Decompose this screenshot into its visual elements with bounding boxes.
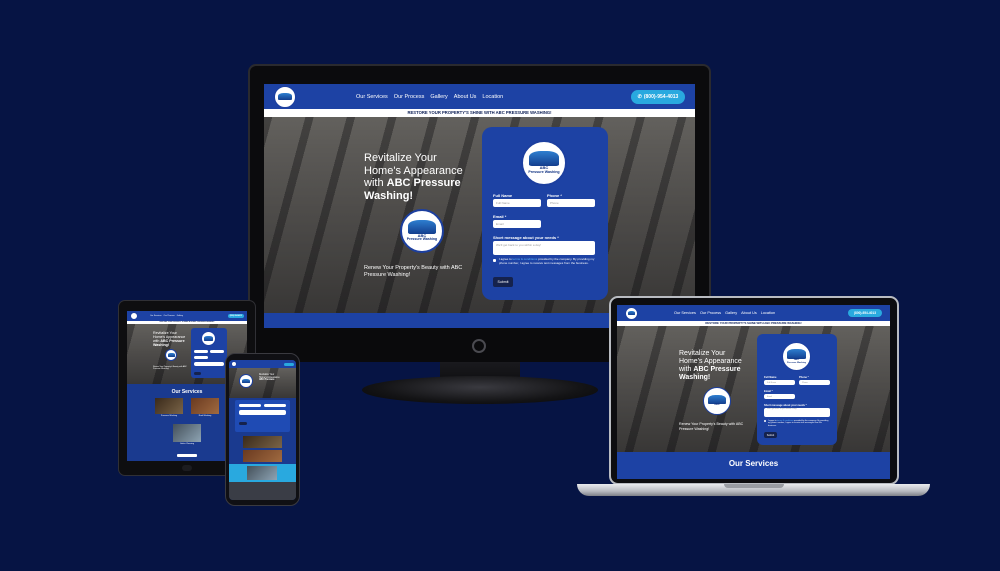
- tablet-form-card: [191, 328, 227, 378]
- tablet-logo[interactable]: [130, 312, 138, 320]
- monitor-power-icon: [472, 339, 486, 353]
- message-label: Short message about your needs *: [493, 235, 559, 240]
- phone-form-card: [235, 400, 290, 432]
- announcement-strip: RESTORE YOUR PROPERTY'S SHINE WITH ABC P…: [264, 109, 695, 117]
- agree-checkbox[interactable]: [493, 259, 496, 262]
- agree-text: I agree to terms & conditions provided b…: [499, 257, 595, 265]
- hero-section: Revitalize Your Home's Appearance with A…: [264, 117, 695, 313]
- laptop-notch: [724, 484, 784, 488]
- laptop-hero-title: Revitalize Your Home's Appearance with A…: [679, 350, 742, 382]
- laptop-message-input[interactable]: We'll get back to you within a day!: [764, 408, 830, 417]
- laptop-phone-button[interactable]: (800)-954-4013: [848, 309, 882, 317]
- tablet-service-img-1[interactable]: [155, 398, 183, 414]
- laptop-logo[interactable]: [625, 306, 638, 320]
- tablet-service-img-2[interactable]: [191, 398, 219, 414]
- form-logo: ABC Pressure Washing: [521, 140, 567, 186]
- full-name-input[interactable]: Full Name: [493, 199, 541, 207]
- nav-about-us[interactable]: About Us: [454, 94, 477, 100]
- tablet-nav: Our Services Our Process Gallery: [150, 315, 184, 317]
- desktop-site: Our Services Our Process Gallery About U…: [264, 84, 695, 328]
- full-name-label: Full Name: [493, 193, 513, 198]
- laptop-nav: Our Services Our Process Gallery About U…: [674, 311, 776, 315]
- nav-our-process[interactable]: Our Process: [394, 94, 425, 100]
- contact-form-card: ABC Pressure Washing Full Name Phone * F…: [482, 127, 608, 300]
- laptop-header: Our Services Our Process Gallery About U…: [617, 305, 890, 321]
- laptop-full-name-input[interactable]: Full Name: [764, 380, 795, 385]
- nav-location[interactable]: Location: [482, 94, 503, 100]
- laptop-site: Our Services Our Process Gallery About U…: [617, 305, 890, 479]
- laptop-submit-button[interactable]: Submit: [764, 432, 777, 438]
- email-label: Email *: [493, 214, 507, 219]
- laptop-phone-input[interactable]: Phone: [799, 380, 830, 385]
- laptop-hero: Revitalize Your Home's Appearance with A…: [617, 326, 890, 452]
- laptop-form-card: ABC Pressure Washing Full Name Phone * F…: [757, 334, 837, 445]
- site-header: Our Services Our Process Gallery About U…: [264, 84, 695, 109]
- phone-field-label: Phone *: [547, 193, 562, 198]
- laptop-services-band: Our Services: [617, 452, 890, 479]
- tablet-phone-button[interactable]: (800)-954-4013: [228, 314, 244, 318]
- main-nav: Our Services Our Process Gallery About U…: [356, 94, 503, 100]
- message-input[interactable]: We'll get back to you within a day!: [493, 241, 595, 255]
- phone-site: Revitalize Your Home's Appearance ABC Pr…: [229, 360, 296, 500]
- nav-our-services[interactable]: Our Services: [356, 94, 388, 100]
- tablet-service-img-3[interactable]: [173, 424, 201, 442]
- phone-input[interactable]: Phone: [547, 199, 595, 207]
- hero-subtitle: Renew Your Property's Beauty with ABC Pr…: [364, 265, 463, 279]
- announcement-text: RESTORE YOUR PROPERTY'S SHINE WITH ABC P…: [407, 110, 552, 115]
- submit-button[interactable]: Submit: [493, 277, 513, 287]
- site-logo[interactable]: [274, 85, 296, 108]
- hero-title: Revitalize Your Home's Appearance with A…: [364, 152, 463, 202]
- laptop-email-input[interactable]: Email: [764, 394, 795, 399]
- phone-button[interactable]: ✆ (800)-954-4013: [631, 89, 685, 104]
- tablet-home-button: [182, 465, 192, 471]
- hero-logo: ABC Pressure Washing: [400, 209, 444, 253]
- laptop-services-title: Our Services: [728, 459, 779, 468]
- nav-gallery[interactable]: Gallery: [430, 94, 447, 100]
- monitor-stand-base: [362, 376, 598, 404]
- tablet-header: Our Services Our Process Gallery (800)-9…: [127, 311, 247, 321]
- email-input[interactable]: Email: [493, 220, 541, 228]
- phone-button-label: (800)-954-4013: [643, 93, 679, 100]
- phone-icon: ✆: [637, 93, 642, 100]
